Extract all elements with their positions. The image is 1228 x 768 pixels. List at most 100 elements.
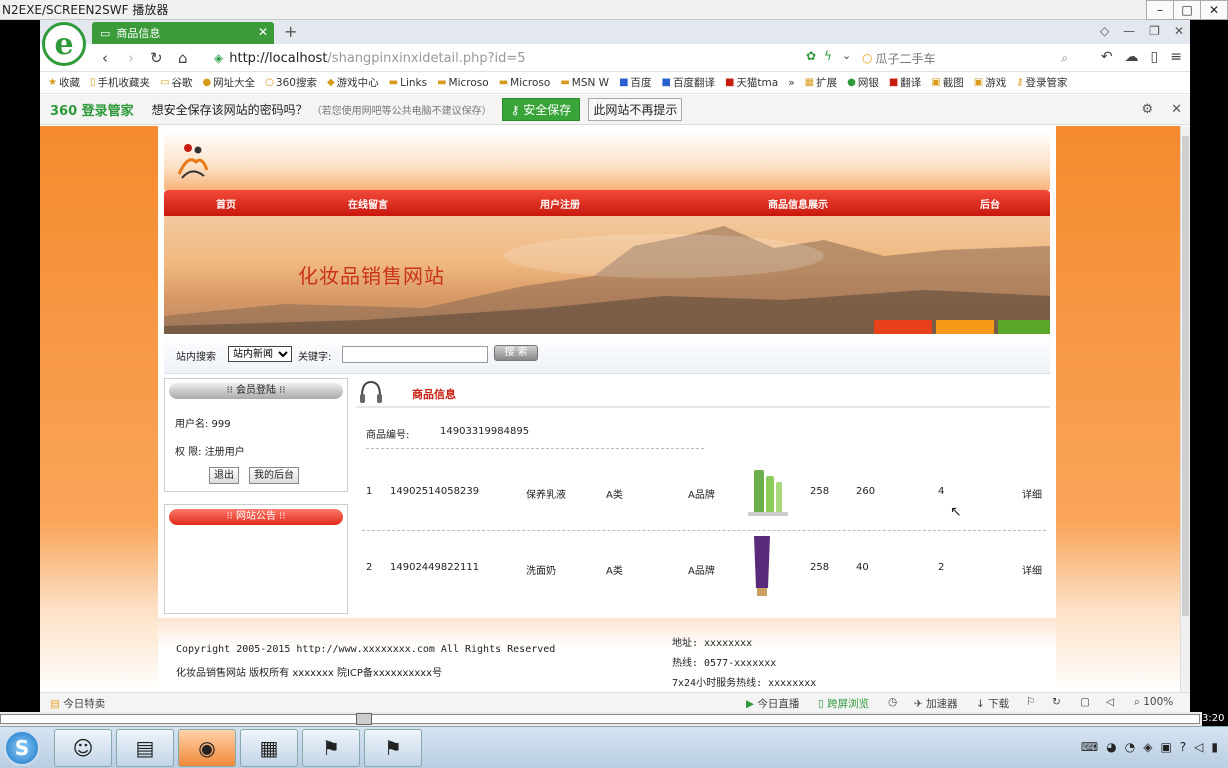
url-path: /shangpinxinxidetail.php?id=5 [327, 50, 526, 66]
back-icon[interactable]: ‹ [102, 49, 108, 67]
status-item[interactable]: ✈ 加速器 [914, 696, 958, 711]
scrollbar-thumb[interactable] [1182, 136, 1189, 616]
system-tray: ⌨ ◕ ◔ ◈ ▣ ? ◁ ▮ [1081, 740, 1218, 754]
extension-icon[interactable]: ✿ [806, 49, 816, 63]
url-field[interactable]: ◈ http://localhost /shangpinxinxidetail.… [214, 48, 774, 68]
close-icon[interactable]: ✕ [1200, 0, 1228, 20]
tab-close-icon[interactable]: ✕ [258, 25, 268, 39]
bookmark-item[interactable]: ▬ Links [389, 77, 427, 89]
my-admin-button[interactable]: 我的后台 [249, 467, 299, 484]
bookmark-item[interactable]: ▬ Microso [499, 77, 551, 89]
zoom-level[interactable]: ⌕ 100% [1134, 696, 1173, 709]
bookmark-item[interactable]: ▬ Microso [437, 77, 489, 89]
folder-icon: ▬ [437, 77, 447, 88]
menu-item-products[interactable]: 商品信息展示 [768, 196, 828, 211]
menu-icon[interactable]: ≡ [1170, 49, 1182, 65]
today-sale-link[interactable]: ▤ 今日特卖 [50, 696, 105, 711]
logout-button[interactable]: 退出 [209, 467, 239, 484]
banner-landscape [164, 226, 1050, 334]
menu-item-register[interactable]: 用户注册 [540, 196, 580, 211]
history-icon[interactable]: ◷ [888, 696, 897, 708]
maximize-icon[interactable]: □ [1173, 0, 1201, 20]
bookmark-item[interactable]: ▭ 谷歌 [160, 75, 192, 90]
bookmark-item[interactable]: ● 网银 [847, 75, 879, 90]
menu-item-admin[interactable]: 后台 [980, 196, 1000, 211]
site-search-button[interactable]: 搜 索 [494, 345, 538, 361]
chevron-down-icon[interactable]: ⌄ [842, 49, 851, 62]
search-scope-select[interactable]: 站内新闻 [228, 346, 292, 362]
keyword-input[interactable] [342, 346, 488, 363]
status-item[interactable]: ▶ 今日直播 [746, 696, 799, 711]
bookmark-item[interactable]: ▯ 手机收藏夹 [90, 75, 150, 90]
gear-icon[interactable]: ⚙ [1141, 102, 1153, 117]
minimize-icon[interactable]: – [1146, 0, 1174, 20]
bookmark-item[interactable]: ■ 天猫tma [725, 75, 778, 90]
phone-icon[interactable]: ▯ [1151, 49, 1159, 65]
signal-icon[interactable]: ▮ [1211, 740, 1218, 754]
menu-item-home[interactable]: 首页 [216, 196, 236, 211]
flag-icon[interactable]: ⚐ [1026, 696, 1035, 708]
bookmark-item[interactable]: ● 网址大全 [202, 75, 255, 90]
new-tab-icon[interactable]: + [284, 22, 297, 41]
bookmark-item[interactable]: ○ 360搜索 [265, 75, 317, 90]
undo-icon[interactable]: ↶ [1101, 49, 1113, 65]
bookmark-item[interactable]: ▣ 截图 [931, 75, 963, 90]
vertical-scrollbar[interactable] [1180, 126, 1190, 692]
taskbar-app-flag-icon[interactable]: ⚑ [302, 729, 360, 767]
restore-icon[interactable]: ❐ [1149, 24, 1160, 38]
table-row: 1 14902514058239 保养乳液 A类 A品牌 258 260 4 详… [356, 452, 1050, 522]
phone-icon: ▯ [89, 77, 96, 88]
help-icon[interactable]: ? [1180, 740, 1186, 754]
forward-icon[interactable]: › [128, 49, 134, 67]
taskbar-app-archive-icon[interactable]: ▦ [240, 729, 298, 767]
bookmark-item[interactable]: ⚷ 登录管家 [1016, 75, 1067, 90]
progress-track[interactable] [0, 714, 1200, 724]
refresh-icon[interactable]: ↻ [150, 49, 163, 67]
menu-item-message[interactable]: 在线留言 [348, 196, 388, 211]
keyboard-icon[interactable]: ⌨ [1081, 740, 1098, 754]
site-logo-icon [177, 144, 209, 179]
bookmark-item[interactable]: ◆ 游戏中心 [327, 75, 379, 90]
qq-icon[interactable]: ◕ [1106, 740, 1116, 754]
bookmark-item[interactable]: ■ 翻译 [889, 75, 921, 90]
tab-product-info[interactable]: ▭ 商品信息 ✕ [92, 22, 274, 44]
status-item[interactable]: ▯ 跨屏浏览 [818, 696, 869, 711]
taskbar-app-folder-icon[interactable]: ▤ [116, 729, 174, 767]
volume-icon[interactable]: ◁ [1194, 740, 1203, 754]
bookmarks-more[interactable]: » [788, 77, 794, 89]
bookmark-item[interactable]: ★ 收藏 [48, 75, 80, 90]
minimize-icon[interactable]: — [1123, 24, 1135, 38]
bookmark-item[interactable]: ▦ 扩展 [805, 75, 837, 90]
taskbar-app-player-icon[interactable]: ◉ [178, 729, 236, 767]
detail-link[interactable]: 详细 [1022, 486, 1042, 501]
start-button-icon[interactable]: S [4, 730, 40, 766]
bookmark-item[interactable]: ▣ 游戏 [974, 75, 1006, 90]
shield-icon[interactable]: ◈ [1143, 740, 1152, 754]
window-icon[interactable]: ▢ [1080, 696, 1090, 708]
never-prompt-button[interactable]: 此网站不再提示 [588, 98, 683, 121]
taskbar-app-avatar-icon[interactable]: ☺ [54, 729, 112, 767]
security-icon[interactable]: ◔ [1125, 740, 1135, 754]
row-brand: A品牌 [688, 566, 715, 577]
home-icon[interactable]: ⌂ [178, 49, 188, 67]
bookmark-item[interactable]: ■ 百度翻译 [662, 75, 715, 90]
speaker-icon[interactable]: ◁ [1106, 696, 1114, 708]
close-icon[interactable]: ✕ [1174, 24, 1184, 38]
refresh-icon[interactable]: ↻ [1052, 696, 1061, 708]
detail-link[interactable]: 详细 [1022, 562, 1042, 577]
search-input[interactable]: ○ 瓜子二手车 ⌕ [862, 48, 1074, 68]
folder-icon: ▬ [388, 77, 399, 88]
skin-icon[interactable]: ◇ [1100, 24, 1109, 38]
bookmark-item[interactable]: ▬ MSN W [560, 77, 609, 89]
browser-logo-icon[interactable]: e [42, 22, 86, 66]
lightning-icon[interactable]: ϟ [824, 49, 832, 63]
network-icon[interactable]: ▣ [1160, 740, 1171, 754]
bookmark-item[interactable]: ■ 百度 [619, 75, 651, 90]
save-password-button[interactable]: ⚷ 安全保存 [501, 98, 581, 121]
status-item[interactable]: ↓ 下载 [976, 696, 1009, 711]
cloud-icon[interactable]: ☁ [1125, 49, 1139, 65]
close-icon[interactable]: ✕ [1171, 102, 1182, 117]
search-icon[interactable]: ⌕ [1061, 51, 1068, 66]
progress-knob[interactable] [356, 713, 372, 725]
taskbar-app-flag-icon[interactable]: ⚑ [364, 729, 422, 767]
